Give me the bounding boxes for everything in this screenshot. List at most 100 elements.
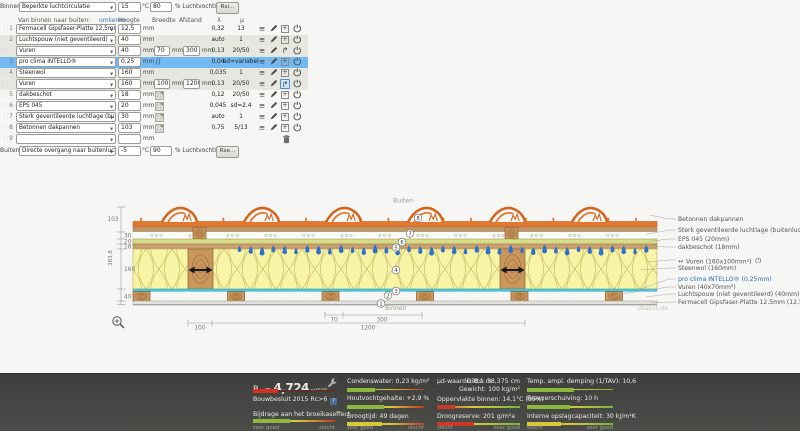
edit-pencil-icon[interactable]: [269, 24, 279, 34]
layer-material-select[interactable]: Steenwol ▼: [16, 68, 116, 78]
layer-material-select[interactable]: pro clima INTELLO® ▼: [16, 57, 116, 67]
moisture-column: Condenswater: 0,23 kg/m² Houtvochtgehalte…: [347, 374, 429, 431]
subdivision-arrow-icon[interactable]: ↱: [280, 79, 290, 89]
layer-material-select[interactable]: Luchtspouw (niet geventileerd) ▼: [16, 35, 116, 45]
toggle-layer-power-icon[interactable]: [292, 24, 302, 34]
binnen-label: Binnen: [385, 305, 407, 312]
layer-menu-icon[interactable]: ≡: [257, 35, 267, 45]
rse-button[interactable]: Rse...: [216, 146, 239, 158]
subdivision-arrow-icon[interactable]: ↱: [280, 46, 290, 56]
layer-thickness-input[interactable]: 0,25: [118, 57, 141, 67]
toggle-layer-power-icon[interactable]: [292, 112, 302, 122]
bar-fill: [347, 387, 375, 392]
layer-material-select[interactable]: Sterk geventileerde luchtlage (buitenluc…: [16, 112, 116, 122]
wrench-icon[interactable]: [327, 378, 338, 389]
layer-menu-icon[interactable]: ≡: [257, 90, 267, 100]
results-bar: Rc = 4,724 m²K/W Bouwbesluit 2015 Rc>6? …: [0, 373, 800, 431]
layer-menu-icon[interactable]: ≡: [257, 68, 267, 78]
edit-pencil-icon[interactable]: [269, 123, 279, 133]
add-layer-icon[interactable]: +: [280, 101, 290, 111]
layer-thickness-input[interactable]: 18: [118, 90, 141, 100]
toggle-layer-power-icon[interactable]: [292, 101, 302, 111]
toggle-layer-power-icon[interactable]: [292, 79, 302, 89]
inside-humidity-input[interactable]: 80: [150, 2, 172, 12]
layer-thickness-input[interactable]: 103: [118, 123, 141, 133]
drag-handle-icon[interactable]: ⋮⋮: [1, 79, 10, 89]
layer-texture-swatch-icon: [155, 101, 164, 111]
inside-temperature-input[interactable]: 15: [118, 2, 141, 12]
layer-thickness-input[interactable]: 160: [118, 68, 141, 78]
row-number: 1: [9, 25, 13, 32]
layer-material-select[interactable]: ▼: [16, 134, 116, 144]
mm-unit-label: mm: [143, 81, 155, 87]
add-layer-icon[interactable]: +: [280, 90, 290, 100]
add-layer-icon[interactable]: +: [280, 112, 290, 122]
edit-pencil-icon[interactable]: [269, 90, 279, 100]
layer-menu-icon[interactable]: ≡: [257, 112, 267, 122]
layer-spacing-input[interactable]: 300: [183, 46, 200, 56]
toggle-layer-power-icon[interactable]: [292, 123, 302, 133]
layer-menu-icon[interactable]: ≡: [257, 123, 267, 133]
toggle-layer-power-icon[interactable]: [292, 46, 302, 56]
layer-thickness-input[interactable]: 40: [118, 35, 141, 45]
edit-pencil-icon[interactable]: [269, 112, 279, 122]
layer-thickness-input[interactable]: 30: [118, 112, 141, 122]
bouwbesluit-label: Bouwbesluit 2015 Rc>6?: [253, 396, 337, 405]
edit-pencil-icon[interactable]: [269, 46, 279, 56]
outside-temperature-input[interactable]: -5: [118, 146, 141, 156]
add-layer-icon[interactable]: +: [280, 68, 290, 78]
legend-item: dakbeschot (18mm): [678, 244, 740, 251]
edit-pencil-icon[interactable]: [269, 68, 279, 78]
info-icon[interactable]: ?: [330, 398, 337, 405]
layer-thickness-input[interactable]: 20: [118, 101, 141, 111]
layer-marker-2: 2: [383, 291, 393, 300]
layer-marker-3: 3: [391, 286, 401, 296]
layer-width-input[interactable]: 70: [154, 46, 170, 56]
layer-material-select[interactable]: EPS 045 ▼: [16, 101, 116, 111]
layer-menu-icon[interactable]: ≡: [257, 101, 267, 111]
layer-thickness-input[interactable]: 12,5: [118, 24, 141, 34]
table-row: ⋮⋮ 6 EPS 045 ▼ 20 mm 0,045 sd=2.4 ≡ +: [0, 101, 308, 112]
power-icon[interactable]: [754, 257, 762, 265]
edit-pencil-icon[interactable]: [269, 79, 279, 89]
layer-material-select[interactable]: Vuren ▼: [16, 79, 116, 89]
bar-fill: [527, 404, 570, 409]
legend-label: Steenwol (160mm): [678, 264, 737, 272]
add-layer-icon[interactable]: +: [280, 123, 290, 133]
outside-condition-select[interactable]: Directe overgang naar buitenlucht ▼: [19, 146, 116, 156]
toggle-layer-power-icon[interactable]: [292, 90, 302, 100]
drag-handle-icon[interactable]: ⋮⋮: [1, 46, 10, 56]
layer-material-select[interactable]: Fermacell Gipsfaser-Platte 12,5mm ▼: [16, 24, 116, 34]
layer-menu-icon[interactable]: ≡: [257, 79, 267, 89]
add-layer-icon[interactable]: +: [280, 24, 290, 34]
toggle-layer-power-icon[interactable]: [292, 57, 302, 67]
toggle-layer-power-icon[interactable]: [292, 68, 302, 78]
layer-menu-icon[interactable]: ≡: [257, 46, 267, 56]
layer-material-select[interactable]: Vuren ▼: [16, 46, 116, 56]
layer-material-select[interactable]: dakbeschot ▼: [16, 90, 116, 100]
layer-spacing-input[interactable]: 1200: [183, 79, 200, 89]
rsi-button[interactable]: Rsi...: [216, 2, 239, 14]
edit-pencil-icon[interactable]: [269, 101, 279, 111]
edit-pencil-icon[interactable]: [269, 35, 279, 45]
add-layer-icon[interactable]: +: [280, 35, 290, 45]
inside-condition-select[interactable]: Beperkte luchtcirculatie ▼: [19, 2, 116, 12]
mm-unit-label: mm: [143, 26, 155, 32]
table-row: ⋮⋮ 5 dakbeschot ▼ 18 mm 0,12 20/50 ≡ +: [0, 90, 308, 101]
toggle-layer-power-icon[interactable]: [292, 35, 302, 45]
edit-pencil-icon[interactable]: [269, 57, 279, 67]
delete-row-trash-icon[interactable]: [281, 135, 291, 145]
layer-thickness-input[interactable]: 40: [118, 46, 141, 56]
layer-menu-icon[interactable]: ≡: [257, 24, 267, 34]
metric-label: Droogreserve: 201 g/m²a: [437, 412, 516, 420]
layer-thickness-input[interactable]: [118, 134, 141, 144]
zoom-icon[interactable]: [112, 316, 125, 329]
layer-width-input[interactable]: 100: [154, 79, 170, 89]
bar-fill: [253, 389, 278, 393]
layer-thickness-input[interactable]: 160: [118, 79, 141, 89]
layer-menu-icon[interactable]: ≡: [257, 57, 267, 67]
wood-beam: [227, 291, 245, 302]
layer-material-select[interactable]: Betonnen dakpannen ▼: [16, 123, 116, 133]
outside-humidity-input[interactable]: 90: [150, 146, 172, 156]
add-layer-icon[interactable]: +: [280, 57, 290, 67]
